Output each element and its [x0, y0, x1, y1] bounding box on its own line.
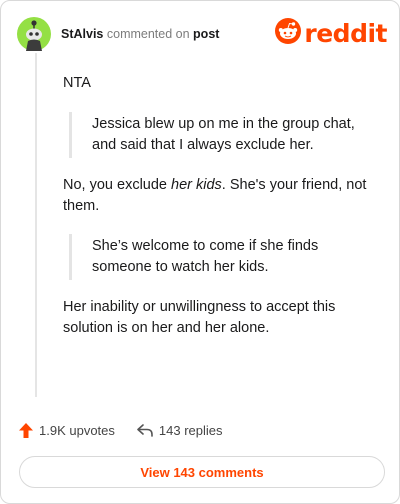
replies-button[interactable]: 143 replies — [137, 423, 223, 438]
byline: StAlvis commented on post — [61, 27, 219, 41]
reddit-wordmark: reddit — [304, 18, 387, 48]
comment-paragraph: Her inability or unwillingness to accept… — [63, 299, 336, 336]
comment-paragraph: No, you exclude her kids. She's your fri… — [63, 175, 378, 217]
byline-action: commented on — [106, 27, 190, 41]
username-link[interactable]: StAlvis — [61, 27, 103, 41]
reply-arrow-icon — [137, 424, 153, 437]
comment-card: StAlvis commented on post reddit NTA Jes… — [0, 0, 400, 504]
paragraph-text: No, you exclude — [63, 177, 172, 193]
blockquote: She’s welcome to come if she finds someo… — [69, 234, 378, 280]
emphasis-text: her kids — [171, 177, 222, 193]
upvote-button[interactable]: 1.9K upvotes — [19, 423, 115, 438]
comment-stats: 1.9K upvotes 143 replies — [19, 423, 223, 438]
quote-text: She’s welcome to come if she finds someo… — [92, 238, 319, 275]
quote-text: Jessica blew up on me in the group chat,… — [92, 116, 355, 153]
comment-paragraph: NTA — [63, 75, 91, 91]
reddit-logo-icon — [275, 17, 302, 49]
view-comments-button[interactable]: View 143 comments — [19, 456, 385, 488]
reddit-logo[interactable]: reddit — [275, 17, 387, 49]
replies-count: 143 replies — [158, 423, 223, 438]
post-link[interactable]: post — [193, 27, 219, 41]
upvote-count: 1.9K upvotes — [39, 423, 115, 438]
snoo-avatar-icon[interactable] — [17, 17, 51, 51]
thread-line[interactable] — [35, 53, 37, 397]
upvote-arrow-icon — [19, 423, 33, 438]
comment-body: NTA Jessica blew up on me in the group c… — [63, 73, 378, 339]
blockquote: Jessica blew up on me in the group chat,… — [69, 112, 378, 158]
comment-header: StAlvis commented on post reddit — [17, 17, 387, 51]
